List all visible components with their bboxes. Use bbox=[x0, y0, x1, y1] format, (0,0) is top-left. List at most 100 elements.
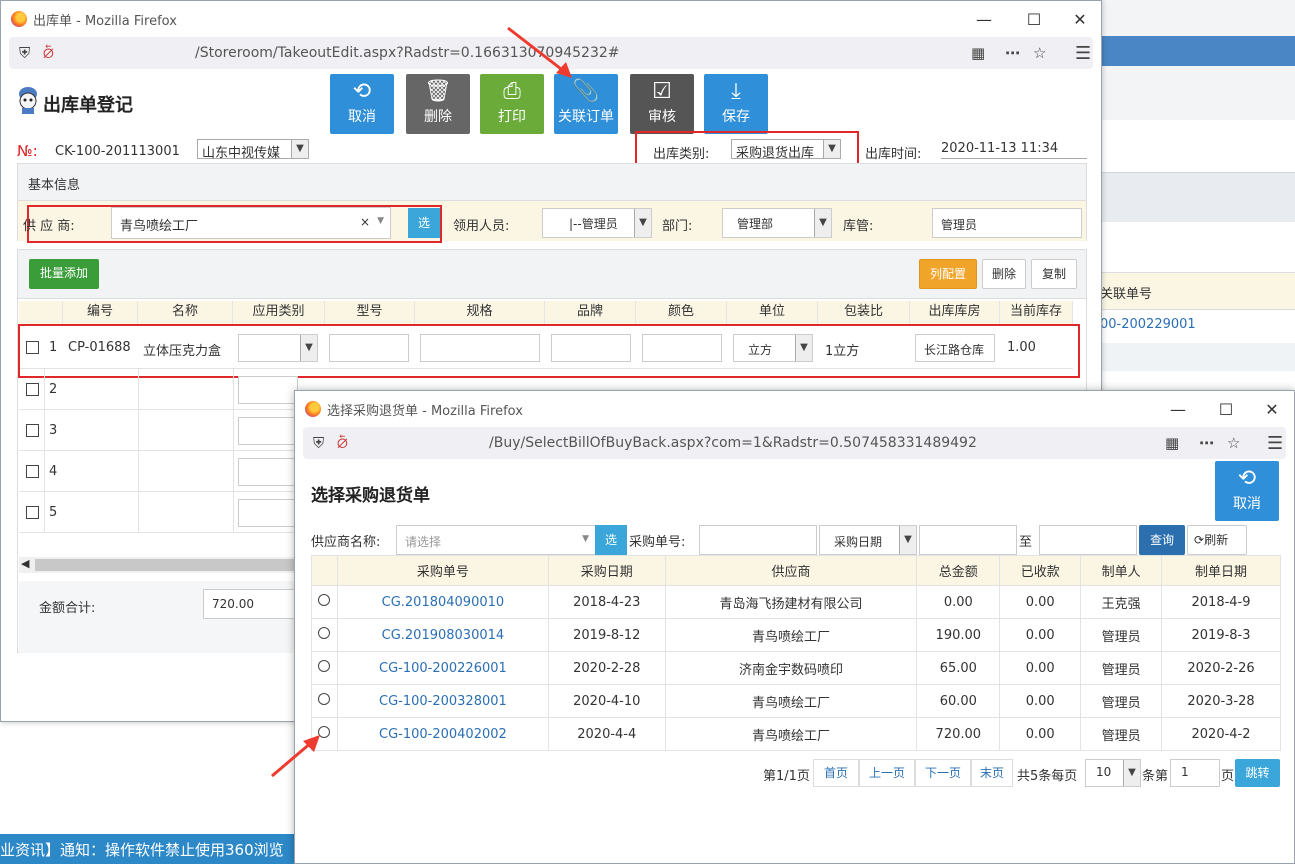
row-checkbox[interactable] bbox=[26, 506, 39, 519]
grid-copy-button[interactable]: 复制 bbox=[1031, 259, 1077, 289]
scrollbar-thumb[interactable] bbox=[35, 559, 295, 571]
row-radio[interactable] bbox=[318, 726, 331, 738]
po-number-link[interactable]: CG-100-200402002 bbox=[336, 717, 549, 751]
url-text[interactable]: /Storeroom/TakeoutEdit.aspx?Radstr=0.166… bbox=[195, 45, 620, 61]
qr-code-icon[interactable]: ▦ bbox=[971, 44, 985, 62]
po-number-link[interactable]: CG.201908030014 bbox=[336, 618, 549, 652]
row-radio-cell[interactable] bbox=[311, 684, 338, 718]
row-radio[interactable] bbox=[318, 693, 331, 705]
more-icon[interactable]: ⋯ bbox=[1005, 44, 1020, 62]
out-type-label: 出库类别: bbox=[653, 147, 710, 162]
delete-button[interactable]: 🗑 删除 bbox=[406, 74, 470, 134]
insecure-icon[interactable]: ⦴ bbox=[43, 44, 54, 62]
date-to-input[interactable] bbox=[1039, 525, 1137, 555]
menu-icon[interactable]: ☰ bbox=[1267, 433, 1283, 454]
bookmark-star-icon[interactable]: ☆ bbox=[1227, 434, 1240, 452]
cancel-button[interactable]: ⟲ 取消 bbox=[1215, 461, 1279, 521]
clear-icon[interactable]: × bbox=[360, 215, 370, 229]
review-button[interactable]: ☑ 审核 bbox=[630, 74, 694, 134]
dept-label: 部门: bbox=[662, 219, 693, 234]
print-button[interactable]: ⎙ 打印 bbox=[480, 74, 544, 134]
out-time-field[interactable]: 2020-11-13 11:34 bbox=[941, 141, 1087, 159]
total-field[interactable]: 720.00 bbox=[203, 589, 297, 619]
supplier-select-button[interactable]: 选 bbox=[408, 208, 440, 238]
link-order-button[interactable]: 📎 关联订单 bbox=[554, 74, 618, 134]
insecure-icon[interactable]: ⦴ bbox=[337, 434, 348, 452]
table-row[interactable]: CG.201908030014 2019-8-12 青鸟喷绘工厂 190.00 … bbox=[311, 618, 1281, 652]
pager-prev-button[interactable]: 上一页 bbox=[859, 759, 915, 787]
maximize-icon[interactable]: ☐ bbox=[1011, 1, 1057, 37]
grid-col-header: 规格 bbox=[415, 301, 545, 324]
refresh-button[interactable]: ⟳刷新 bbox=[1187, 525, 1247, 555]
po-number-input[interactable] bbox=[699, 525, 817, 555]
receiver-select[interactable]: |--管理员 ▼ bbox=[542, 208, 652, 238]
address-bar[interactable]: ⛨ ⦴ /Buy/SelectBillOfBuyBack.aspx?com=1&… bbox=[303, 427, 1286, 459]
category-select[interactable] bbox=[238, 417, 298, 445]
date-from-input[interactable] bbox=[919, 525, 1017, 555]
radio-col-header bbox=[311, 555, 338, 586]
maximize-icon[interactable]: ☐ bbox=[1203, 391, 1249, 427]
pager-first-button[interactable]: 首页 bbox=[813, 759, 859, 787]
po-number-link[interactable]: CG-100-200226001 bbox=[336, 651, 549, 685]
close-icon[interactable]: ✕ bbox=[1057, 1, 1101, 37]
number-label: №: bbox=[17, 142, 38, 160]
page-size-value: 10 bbox=[1096, 765, 1112, 779]
category-select[interactable] bbox=[238, 458, 298, 486]
received-amount: 0.00 bbox=[999, 618, 1082, 652]
row-radio-cell[interactable] bbox=[311, 585, 338, 619]
row-radio-cell[interactable] bbox=[311, 618, 338, 652]
row-radio[interactable] bbox=[318, 660, 331, 672]
chevron-down-icon: ▼ bbox=[814, 209, 831, 237]
table-row[interactable]: CG-100-200402002 2020-4-4 青鸟喷绘工厂 720.00 … bbox=[311, 717, 1281, 751]
close-icon[interactable]: ✕ bbox=[1249, 391, 1294, 427]
dept-select[interactable]: 管理部 ▼ bbox=[722, 208, 832, 238]
out-type-select[interactable]: 采购退货出库 ▼ bbox=[731, 139, 841, 161]
date-type-select[interactable]: 采购日期 ▼ bbox=[819, 525, 917, 555]
query-button[interactable]: 查询 bbox=[1139, 525, 1185, 555]
address-bar[interactable]: ⛨ ⦴ /Storeroom/TakeoutEdit.aspx?Radstr=0… bbox=[9, 37, 1093, 69]
save-button[interactable]: ⤓ 保存 bbox=[704, 74, 768, 134]
row-checkbox[interactable] bbox=[26, 383, 39, 396]
shield-icon[interactable]: ⛨ bbox=[313, 434, 324, 452]
table-row[interactable]: CG.201804090010 2018-4-23 青岛海飞扬建材有限公司 0.… bbox=[311, 585, 1281, 619]
column-config-button[interactable]: 列配置 bbox=[919, 259, 977, 289]
minimize-icon[interactable]: — bbox=[961, 1, 1007, 37]
page-size-select[interactable]: 10 ▼ bbox=[1085, 759, 1141, 787]
background-linked-order[interactable]: 00-200229001 bbox=[1100, 312, 1295, 342]
page-jump-button[interactable]: 跳转 bbox=[1235, 759, 1280, 787]
category-select[interactable] bbox=[238, 376, 298, 404]
row-radio-cell[interactable] bbox=[311, 651, 338, 685]
menu-icon[interactable]: ☰ bbox=[1075, 43, 1091, 64]
scroll-left-icon[interactable]: ◀ bbox=[21, 557, 29, 570]
grid-divider bbox=[138, 369, 139, 533]
po-number-link[interactable]: CG-100-200328001 bbox=[336, 684, 549, 718]
page-jump-input[interactable]: 1 bbox=[1170, 759, 1220, 787]
supplier-name-select[interactable]: 请选择 ▼ bbox=[396, 525, 596, 555]
batch-add-button[interactable]: 批量添加 bbox=[29, 259, 99, 289]
shield-icon[interactable]: ⛨ bbox=[19, 44, 30, 62]
grid-delete-button[interactable]: 删除 bbox=[982, 259, 1026, 289]
supplier-select-button[interactable]: 选 bbox=[595, 525, 627, 555]
grid-col-header: 品牌 bbox=[545, 301, 636, 324]
bookmark-star-icon[interactable]: ☆ bbox=[1033, 44, 1046, 62]
po-number-label: 采购单号: bbox=[629, 535, 686, 550]
row-radio-cell[interactable] bbox=[311, 717, 338, 751]
row-checkbox[interactable] bbox=[26, 465, 39, 478]
more-icon[interactable]: ⋯ bbox=[1199, 434, 1214, 452]
qr-code-icon[interactable]: ▦ bbox=[1165, 434, 1179, 452]
row-radio[interactable] bbox=[318, 627, 331, 639]
minimize-icon[interactable]: — bbox=[1155, 391, 1201, 427]
pager-last-button[interactable]: 末页 bbox=[971, 759, 1013, 787]
pager-next-button[interactable]: 下一页 bbox=[915, 759, 971, 787]
company-select[interactable]: 山东中视传媒 ▼ bbox=[197, 139, 309, 161]
category-select[interactable] bbox=[238, 499, 298, 527]
row-checkbox[interactable] bbox=[26, 424, 39, 437]
table-row[interactable]: CG-100-200328001 2020-4-10 青鸟喷绘工厂 60.00 … bbox=[311, 684, 1281, 718]
url-text[interactable]: /Buy/SelectBillOfBuyBack.aspx?com=1&Rads… bbox=[489, 435, 977, 451]
po-number-link[interactable]: CG.201804090010 bbox=[336, 585, 549, 619]
row-radio[interactable] bbox=[318, 594, 331, 606]
cancel-button[interactable]: ⟲ 取消 bbox=[330, 74, 394, 134]
keeper-field[interactable]: 管理员 bbox=[932, 208, 1082, 238]
supplier-select[interactable]: 青鸟喷绘工厂 × ▼ bbox=[111, 207, 391, 239]
table-row[interactable]: CG-100-200226001 2020-2-28 济南金宇数码喷印 65.0… bbox=[311, 651, 1281, 685]
